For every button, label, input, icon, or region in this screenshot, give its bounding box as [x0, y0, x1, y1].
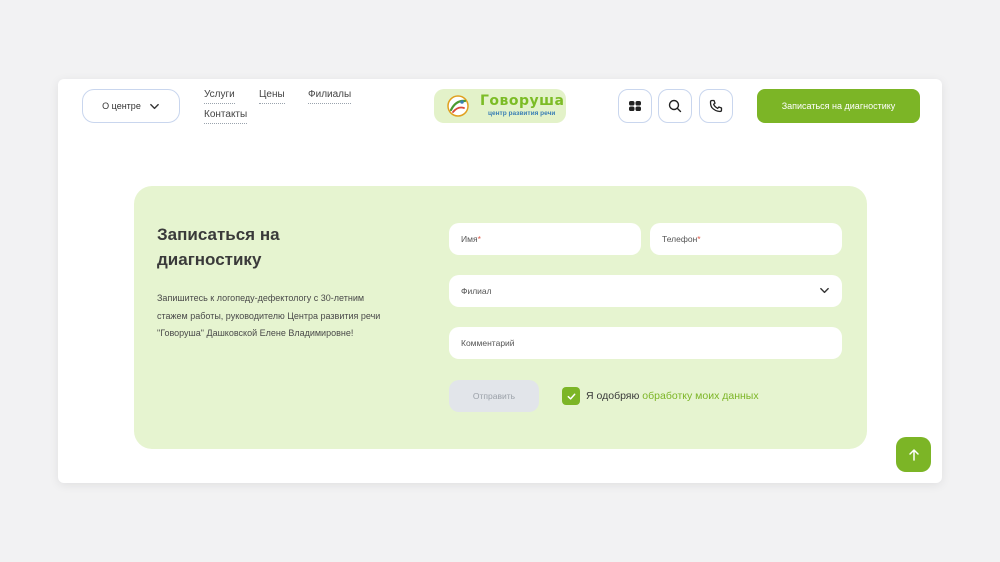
logo-emblem-icon — [447, 95, 469, 117]
consent-text: Я одобряю обработку моих данных — [586, 390, 759, 402]
search-icon — [668, 99, 682, 113]
name-field[interactable]: Имя * — [449, 223, 641, 255]
comment-field[interactable]: Комментарий — [449, 327, 842, 359]
phone-placeholder: Телефон — [662, 234, 698, 244]
about-dropdown-button[interactable]: О центре — [82, 89, 180, 123]
logo-subtitle: центр развития речи — [488, 110, 556, 117]
nav-link-branches[interactable]: Филиалы — [308, 89, 352, 104]
logo-title: Говоруша — [480, 93, 565, 109]
branch-placeholder: Филиал — [461, 286, 492, 296]
form-description: Запишитесь к логопеду-дефектологу с 30-л… — [157, 293, 381, 338]
phone-icon — [709, 99, 723, 113]
site-logo[interactable]: Говоруша центр развития речи — [434, 89, 566, 123]
services-grid-button[interactable] — [618, 89, 652, 123]
comment-placeholder: Комментарий — [461, 338, 515, 348]
consent-prefix: Я одобряю — [586, 390, 643, 402]
consent-checkbox[interactable] — [562, 387, 580, 405]
submit-button[interactable]: Отправить — [449, 380, 539, 412]
chevron-down-icon — [149, 103, 159, 109]
chevron-down-icon — [820, 287, 829, 294]
phone-button[interactable] — [699, 89, 733, 123]
nav-link-contacts[interactable]: Контакты — [204, 109, 248, 124]
book-diagnostics-button[interactable]: Записаться на диагностику — [757, 89, 920, 123]
name-placeholder: Имя — [461, 234, 478, 244]
about-label: О центре — [102, 101, 141, 111]
checkmark-icon — [567, 393, 575, 400]
phone-field[interactable]: Телефон * — [650, 223, 842, 255]
grid-icon — [629, 101, 641, 111]
arrow-up-icon — [908, 448, 919, 461]
branch-select[interactable]: Филиал — [449, 275, 842, 307]
nav-link-prices[interactable]: Цены — [259, 89, 285, 104]
search-button[interactable] — [658, 89, 692, 123]
required-mark: * — [697, 234, 701, 244]
required-mark: * — [477, 234, 481, 244]
nav-link-services[interactable]: Услуги — [204, 89, 235, 104]
scroll-to-top-button[interactable] — [896, 437, 931, 472]
form-title: Записаться на диагностику — [157, 225, 280, 269]
consent-link[interactable]: обработку моих данных — [642, 390, 758, 402]
